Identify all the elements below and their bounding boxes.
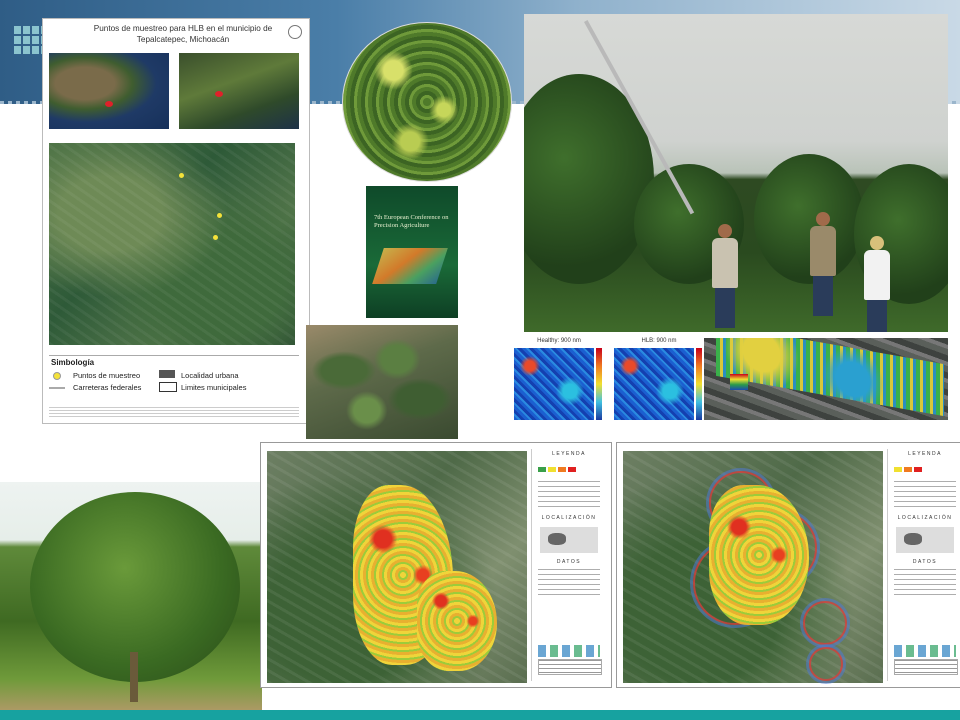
sampling-point	[213, 235, 218, 240]
hlb-risk-map-right: LEYENDA LOCALIZACIÓN DATOS	[616, 442, 960, 688]
field-worker	[810, 212, 836, 316]
legend-title: Simbología	[51, 358, 95, 367]
hlb-heatmap	[614, 348, 694, 420]
book-title: 7th European Conference on Precision Agr…	[374, 214, 449, 229]
orchard-index-strip	[716, 338, 944, 417]
municipality-map	[49, 143, 295, 345]
field-sampling-photo	[524, 14, 948, 332]
region-inset-map	[179, 53, 299, 129]
data-entries	[894, 569, 956, 599]
map-legend-panel: LEYENDA LOCALIZACIÓN DATOS	[887, 449, 960, 681]
footer-bar	[0, 710, 960, 720]
conference-book-cover: 7th European Conference on Precision Agr…	[366, 186, 458, 318]
heatmap-label: Healthy: 900 nm	[537, 338, 581, 344]
aerial-vegetation-index-image	[704, 338, 948, 420]
location-marker-icon	[105, 101, 113, 107]
legend-item: Limites municipales	[181, 383, 247, 392]
tree-trunk	[130, 652, 138, 702]
legend-heading: LEYENDA	[908, 451, 942, 457]
institution-seal-icon	[288, 25, 302, 39]
data-heading: DATOS	[912, 559, 938, 565]
heatmap-label: HLB: 900 nm	[641, 338, 677, 344]
orchard-tree	[754, 154, 864, 284]
healthy-heatmap	[514, 348, 594, 420]
road-symbol	[49, 387, 65, 389]
legend-swatches	[894, 459, 956, 477]
institution-logos	[538, 645, 600, 657]
boundary-symbol	[159, 382, 177, 392]
hlb-heatmap-panel: HLB: 900 nm	[614, 338, 704, 422]
index-color-legend	[730, 374, 748, 390]
location-heading: LOCALIZACIÓN	[541, 515, 597, 521]
risk-zone	[417, 571, 497, 671]
healthy-heatmap-panel: Healthy: 900 nm	[514, 338, 604, 422]
risk-map-area	[623, 451, 883, 683]
mexico-inset-map	[49, 53, 169, 129]
map-legend-panel: LEYENDA LOCALIZACIÓN DATOS	[531, 449, 606, 681]
field-worker	[864, 236, 890, 332]
sampling-points-poster: Puntos de muestreo para HLB en el munici…	[42, 18, 310, 424]
citrus-leaves-photo	[306, 325, 458, 439]
map-footer-box	[894, 659, 958, 675]
poster-footer-text	[49, 407, 299, 419]
citrus-canopy-photo	[342, 22, 512, 182]
location-minimap	[540, 527, 598, 553]
sampling-point	[179, 173, 184, 178]
legend-item: Puntos de muestreo	[73, 371, 141, 380]
buffer-ring	[803, 601, 847, 645]
orange-tree-photo	[0, 482, 262, 714]
legend-swatches	[538, 459, 600, 477]
risk-zone	[709, 485, 809, 625]
map-footer-box	[538, 659, 602, 675]
location-minimap	[896, 527, 954, 553]
poster-title: Puntos de muestreo para HLB en el munici…	[93, 24, 273, 44]
data-heading: DATOS	[556, 559, 582, 565]
location-marker-icon	[215, 91, 223, 97]
sample-point-symbol	[53, 372, 61, 380]
legend-entries	[538, 481, 600, 511]
buffer-ring	[809, 647, 843, 681]
legend-item: Localidad urbana	[181, 371, 239, 380]
risk-map-area	[267, 451, 527, 683]
institution-logos	[894, 645, 956, 657]
legend-item: Carreteras federales	[73, 383, 142, 392]
map-legend: Simbología Puntos de muestreo Carreteras…	[49, 355, 299, 404]
color-scale	[596, 348, 602, 420]
location-heading: LOCALIZACIÓN	[897, 515, 953, 521]
field-worker	[712, 224, 738, 328]
legend-entries	[894, 481, 956, 511]
legend-heading: LEYENDA	[552, 451, 586, 457]
data-entries	[538, 569, 600, 599]
urban-area-symbol	[159, 370, 175, 378]
color-scale	[696, 348, 702, 420]
hlb-risk-map-left: LEYENDA LOCALIZACIÓN DATOS	[260, 442, 612, 688]
sampling-point	[217, 213, 222, 218]
book-cover-field-image	[372, 248, 448, 284]
